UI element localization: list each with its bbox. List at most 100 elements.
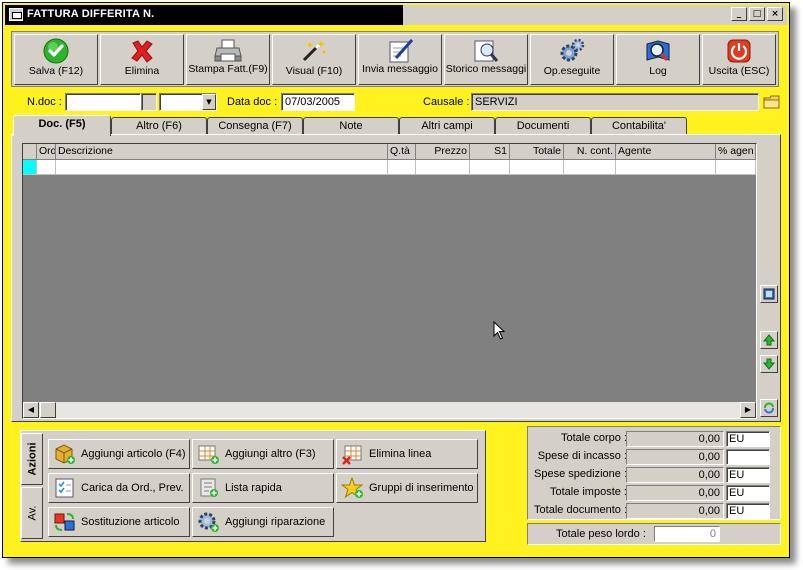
peso-panel: Totale peso lordo : 0 [527,523,781,545]
scroll-thumb[interactable] [40,402,56,418]
tab-documenti[interactable]: Documenti [495,117,591,135]
col-qta[interactable]: Q.tà [388,144,416,160]
tab-note[interactable]: Note [303,117,399,135]
box-add-icon [52,442,78,466]
log-button[interactable]: Log [616,34,700,85]
add-repair-button[interactable]: Aggiungi riparazione [192,507,334,537]
delete-button[interactable]: Elimina [100,34,184,85]
vtab-azioni[interactable]: Azioni [21,433,43,485]
grid-header: Ord Descrizione Q.tà Prezzo S1 Totale N.… [23,144,756,160]
message-history-button[interactable]: Storico messaggi [444,34,528,85]
tab-doc[interactable]: Doc. (F5) [13,115,111,136]
print-invoice-button[interactable]: Stampa Fatt.(F9) [186,34,270,85]
vtab-av[interactable]: Av. [21,487,43,539]
refresh-button[interactable] [760,399,778,417]
ndoc-suffix-select[interactable]: ▼ [159,93,217,111]
star-add-icon [340,476,366,500]
grid-delete-icon [340,442,366,466]
causale-input[interactable]: SERVIZI [471,93,759,111]
totals-panel: Totale corpo : 0,00 EU Spese di incasso … [527,426,781,520]
exit-button[interactable]: Uscita (ESC) [702,34,776,85]
scroll-left-icon[interactable]: ◀ [23,402,39,418]
mouse-pointer-icon [493,320,507,341]
operations-done-button[interactable]: Op.eseguite [530,34,614,85]
col-percent-agente[interactable]: % agen [716,144,756,160]
spese-incasso-row: Spese di incasso : 0,00 [528,448,782,466]
col-agente[interactable]: Agente [616,144,716,160]
document-header: N.doc : ▼ Data doc : 07/03/2005 Causale … [3,93,789,113]
magnifier-book-icon [643,38,673,64]
add-article-button[interactable]: Aggiungi articolo (F4) [48,439,190,469]
lines-grid[interactable]: Ord Descrizione Q.tà Prezzo S1 Totale N.… [22,143,757,419]
swap-icon [52,510,78,534]
close-button[interactable]: × [767,7,783,21]
refresh-icon [764,402,774,414]
maximize-button[interactable]: □ [749,7,765,21]
col-totale[interactable]: Totale [510,144,564,160]
ndoc-label: N.doc : [27,96,62,108]
save-button[interactable]: Salva (F12) [14,34,98,85]
col-ord[interactable]: Ord [37,144,56,160]
date-input[interactable]: 07/03/2005 [281,93,355,111]
magnifier-paper-icon [471,38,501,64]
ndoc-lookup-button[interactable] [141,93,157,111]
date-label: Data doc : [227,96,278,108]
col-descrizione[interactable]: Descrizione [56,144,388,160]
table-row[interactable] [23,160,756,175]
ndoc-input[interactable] [65,93,141,111]
list-add-icon [196,476,222,500]
totale-imposte-currency[interactable]: EU [726,485,770,501]
insertion-groups-button[interactable]: Gruppi di inserimento [336,473,478,503]
tab-contabilita[interactable]: Contabilita' [591,117,687,135]
causale-label: Causale : [423,96,470,108]
spese-incasso-currency[interactable] [726,449,770,465]
horizontal-scrollbar[interactable]: ◀ ▶ [23,402,756,418]
tab-altri-campi[interactable]: Altri campi [399,117,495,135]
chevron-down-icon[interactable]: ▼ [202,94,216,110]
add-other-button[interactable]: Aggiungi altro (F3) [192,439,334,469]
gears-icon [557,38,587,64]
spese-spedizione-row: Spese spedizione : 0,00 EU [528,466,782,484]
title-bar[interactable]: FATTURA DIFFERITA N. _ □ × [5,5,787,25]
x-icon [127,38,157,64]
scroll-right-icon[interactable]: ▶ [740,402,756,418]
peso-value: 0 [654,526,720,542]
spese-incasso-value: 0,00 [626,449,724,465]
magic-wand-icon [299,38,329,64]
send-message-button[interactable]: Invia messaggio [358,34,442,85]
total-corpo-row: Totale corpo : 0,00 EU [528,430,782,448]
printer-icon [213,38,243,64]
power-icon [724,38,754,64]
peso-label: Totale peso lordo : [556,528,646,540]
load-from-order-button[interactable]: Carica da Ord., Prev. [48,473,190,503]
checklist-icon [52,476,78,500]
totale-imposte-value: 0,00 [626,485,724,501]
quick-list-button[interactable]: Lista rapida [192,473,334,503]
arrow-down-icon [763,358,775,370]
total-corpo-currency[interactable]: EU [726,431,770,447]
tab-consegna[interactable]: Consegna (F7) [207,117,303,135]
delete-line-button[interactable]: Elimina linea [336,439,478,469]
grid-config-button[interactable] [760,285,778,303]
move-down-button[interactable] [760,355,778,373]
col-s1[interactable]: S1 [470,144,510,160]
arrow-up-icon [763,334,775,346]
window-icon[interactable] [9,8,23,21]
visual-button[interactable]: Visual (F10) [272,34,356,85]
totale-imposte-row: Totale imposte : 0,00 EU [528,484,782,502]
tab-altro[interactable]: Altro (F6) [111,117,207,135]
row-selector[interactable] [23,160,37,175]
totale-documento-currency[interactable]: EU [726,503,770,519]
col-prezzo[interactable]: Prezzo [416,144,470,160]
replace-article-button[interactable]: Sostituzione articolo [48,507,190,537]
minimize-button[interactable]: _ [731,7,747,21]
spese-spedizione-currency[interactable]: EU [726,467,770,483]
check-icon [41,38,71,64]
move-up-button[interactable] [760,331,778,349]
grid-add-icon [196,442,222,466]
folder-icon[interactable] [763,93,781,111]
grid-config-icon [763,288,775,300]
col-n-cont[interactable]: N. cont. [564,144,616,160]
tab-strip: Doc. (F5) Altro (F6) Consegna (F7) Note … [13,115,693,136]
actions-panel: Azioni Av. Aggiungi articolo (F4) Aggiun… [20,430,486,542]
